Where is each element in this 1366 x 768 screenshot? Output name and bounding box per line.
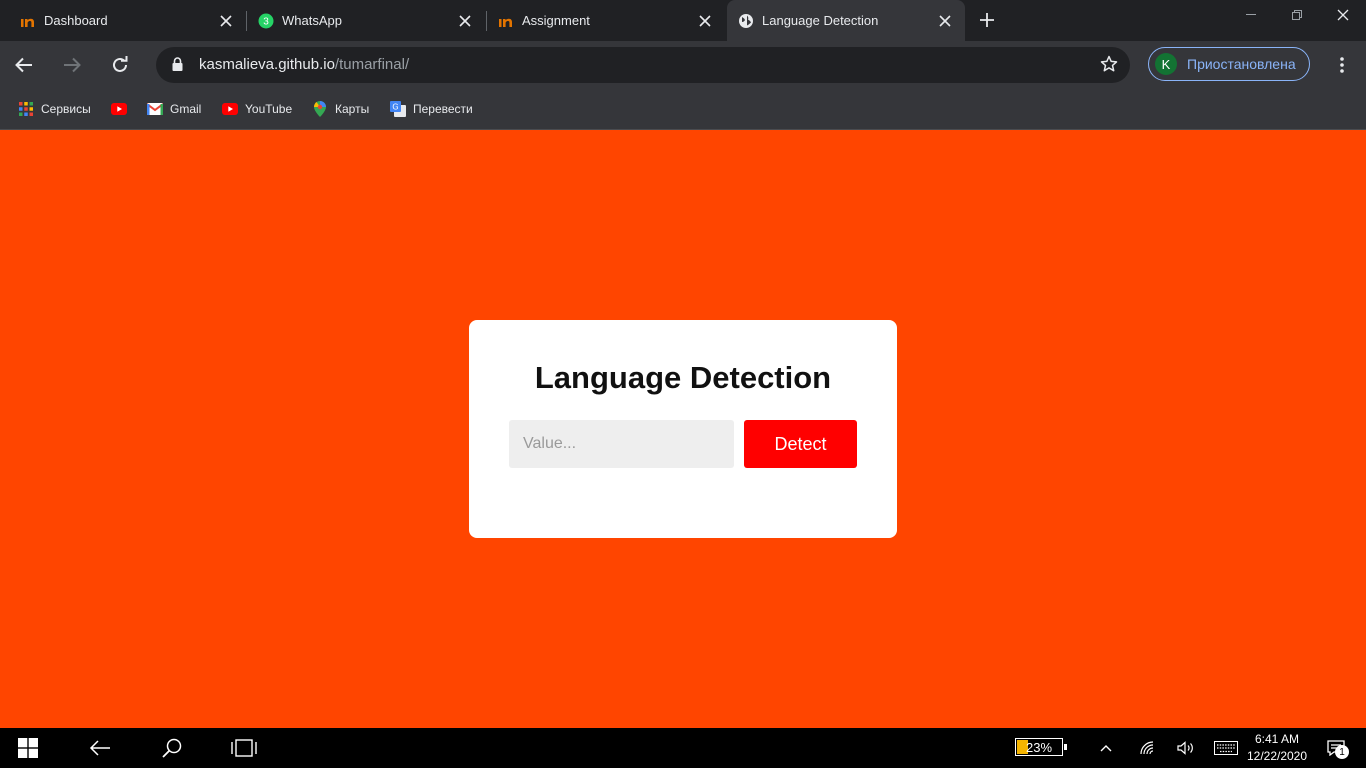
- tab-assignment[interactable]: Assignment: [487, 0, 725, 41]
- clock-time: 6:41 AM: [1254, 732, 1300, 746]
- value-input[interactable]: [509, 420, 734, 468]
- more-vertical-icon: [1340, 57, 1344, 73]
- brand-in-icon: [498, 13, 514, 29]
- arrow-left-icon: [15, 57, 32, 73]
- bookmark-youtube-unnamed[interactable]: [111, 99, 134, 119]
- taskbar-back-button[interactable]: [72, 728, 128, 768]
- detect-button[interactable]: Detect: [744, 420, 857, 468]
- close-icon[interactable]: [455, 11, 475, 31]
- tab-whatsapp[interactable]: 3 WhatsApp: [247, 0, 485, 41]
- page-background: Language Detection Detect: [0, 130, 1366, 728]
- start-button[interactable]: [0, 728, 56, 768]
- touch-keyboard-button[interactable]: [1210, 728, 1242, 768]
- chevron-up-icon: [1100, 745, 1112, 752]
- network-button[interactable]: [1134, 728, 1162, 768]
- page-title: Language Detection: [534, 360, 832, 395]
- reload-button[interactable]: [106, 51, 134, 79]
- tab-dashboard[interactable]: Dashboard: [0, 0, 246, 41]
- brand-in-icon: [20, 13, 36, 29]
- tab-title: Language Detection: [762, 13, 879, 28]
- close-icon: [1337, 9, 1349, 21]
- minimize-icon: [1246, 14, 1256, 15]
- close-icon[interactable]: [695, 11, 715, 31]
- clock-date: 12/22/2020: [1246, 749, 1308, 763]
- detection-card: Language Detection Detect: [469, 320, 897, 538]
- arrow-left-icon: [89, 740, 110, 756]
- bookmark-translate[interactable]: G Перевести: [390, 99, 473, 119]
- battery-percent: 23%: [1025, 739, 1053, 755]
- bookmark-gmail[interactable]: Gmail: [147, 99, 201, 119]
- battery-nub: [1064, 744, 1067, 750]
- url-text: kasmalieva.github.io/tumarfinal/: [199, 56, 409, 73]
- youtube-icon: [111, 101, 127, 117]
- svg-text:G: G: [392, 103, 398, 112]
- close-window-button[interactable]: [1320, 0, 1366, 30]
- close-icon[interactable]: [935, 11, 955, 31]
- plus-icon: [980, 13, 994, 27]
- battery-indicator[interactable]: 23%: [1015, 738, 1067, 756]
- browser-menu-button[interactable]: [1330, 51, 1354, 79]
- search-icon: [162, 738, 182, 758]
- lock-icon: [172, 57, 183, 76]
- bookmark-label: YouTube: [245, 102, 293, 116]
- translate-icon: G: [390, 101, 406, 117]
- url-path: /tumarfinal/: [334, 56, 410, 73]
- wifi-icon: [1140, 741, 1154, 755]
- globe-icon: [738, 13, 754, 29]
- close-icon[interactable]: [216, 11, 236, 31]
- svg-text:3: 3: [263, 16, 269, 27]
- taskbar-search-button[interactable]: [144, 728, 200, 768]
- bookmark-label: Карты: [335, 102, 370, 116]
- task-view-icon: [231, 739, 257, 757]
- maps-pin-icon: [312, 101, 328, 117]
- windows-logo-icon: [18, 738, 38, 758]
- task-view-button[interactable]: [216, 728, 272, 768]
- notification-icon: 1: [1327, 740, 1349, 759]
- arrow-right-icon: [64, 57, 81, 73]
- reload-icon: [113, 56, 128, 72]
- bookmark-star-icon[interactable]: [1100, 55, 1118, 78]
- keyboard-icon: [1214, 741, 1238, 755]
- bookmark-youtube[interactable]: YouTube: [222, 99, 292, 119]
- tab-language-detection[interactable]: Language Detection: [727, 0, 965, 41]
- notification-count: 1: [1335, 745, 1349, 759]
- gmail-icon: [147, 101, 163, 117]
- tab-title: Dashboard: [44, 13, 108, 28]
- tab-strip: Dashboard 3 WhatsApp Assignment Language…: [0, 0, 1366, 41]
- browser-toolbar: kasmalieva.github.io/tumarfinal/ K Приос…: [0, 41, 1366, 89]
- new-tab-button[interactable]: [975, 8, 999, 32]
- back-button[interactable]: [10, 51, 38, 79]
- profile-status: Приостановлена: [1187, 56, 1296, 72]
- forward-button[interactable]: [58, 51, 86, 79]
- action-center-button[interactable]: 1: [1320, 728, 1352, 768]
- bookmark-label: Перевести: [413, 102, 473, 116]
- youtube-icon: [222, 101, 238, 117]
- profile-button[interactable]: K Приостановлена: [1148, 47, 1310, 81]
- restore-button[interactable]: [1274, 0, 1320, 30]
- volume-button[interactable]: [1172, 728, 1200, 768]
- apps-grid-icon: [18, 101, 34, 117]
- bookmark-label: Gmail: [170, 102, 202, 116]
- system-clock[interactable]: 6:41 AM 12/22/2020: [1240, 731, 1314, 765]
- speaker-icon: [1177, 741, 1193, 755]
- url-host: kasmalieva.github.io: [199, 56, 335, 73]
- bookmarks-bar: Сервисы Gmail YouTube Карты G Перевести: [0, 89, 1366, 130]
- bookmark-maps[interactable]: Карты: [312, 99, 369, 119]
- taskbar: 23% 6:41 AM 12/22/2020 1: [0, 728, 1366, 768]
- tab-title: WhatsApp: [282, 13, 342, 28]
- avatar: K: [1155, 53, 1177, 75]
- show-hidden-icons-button[interactable]: [1092, 728, 1120, 768]
- minimize-button[interactable]: [1228, 0, 1274, 30]
- address-bar[interactable]: kasmalieva.github.io/tumarfinal/: [156, 47, 1130, 83]
- restore-icon: [1292, 10, 1302, 20]
- bookmark-services[interactable]: Сервисы: [18, 99, 91, 119]
- whatsapp-icon: 3: [258, 13, 274, 29]
- bookmark-label: Сервисы: [41, 102, 91, 116]
- tab-title: Assignment: [522, 13, 590, 28]
